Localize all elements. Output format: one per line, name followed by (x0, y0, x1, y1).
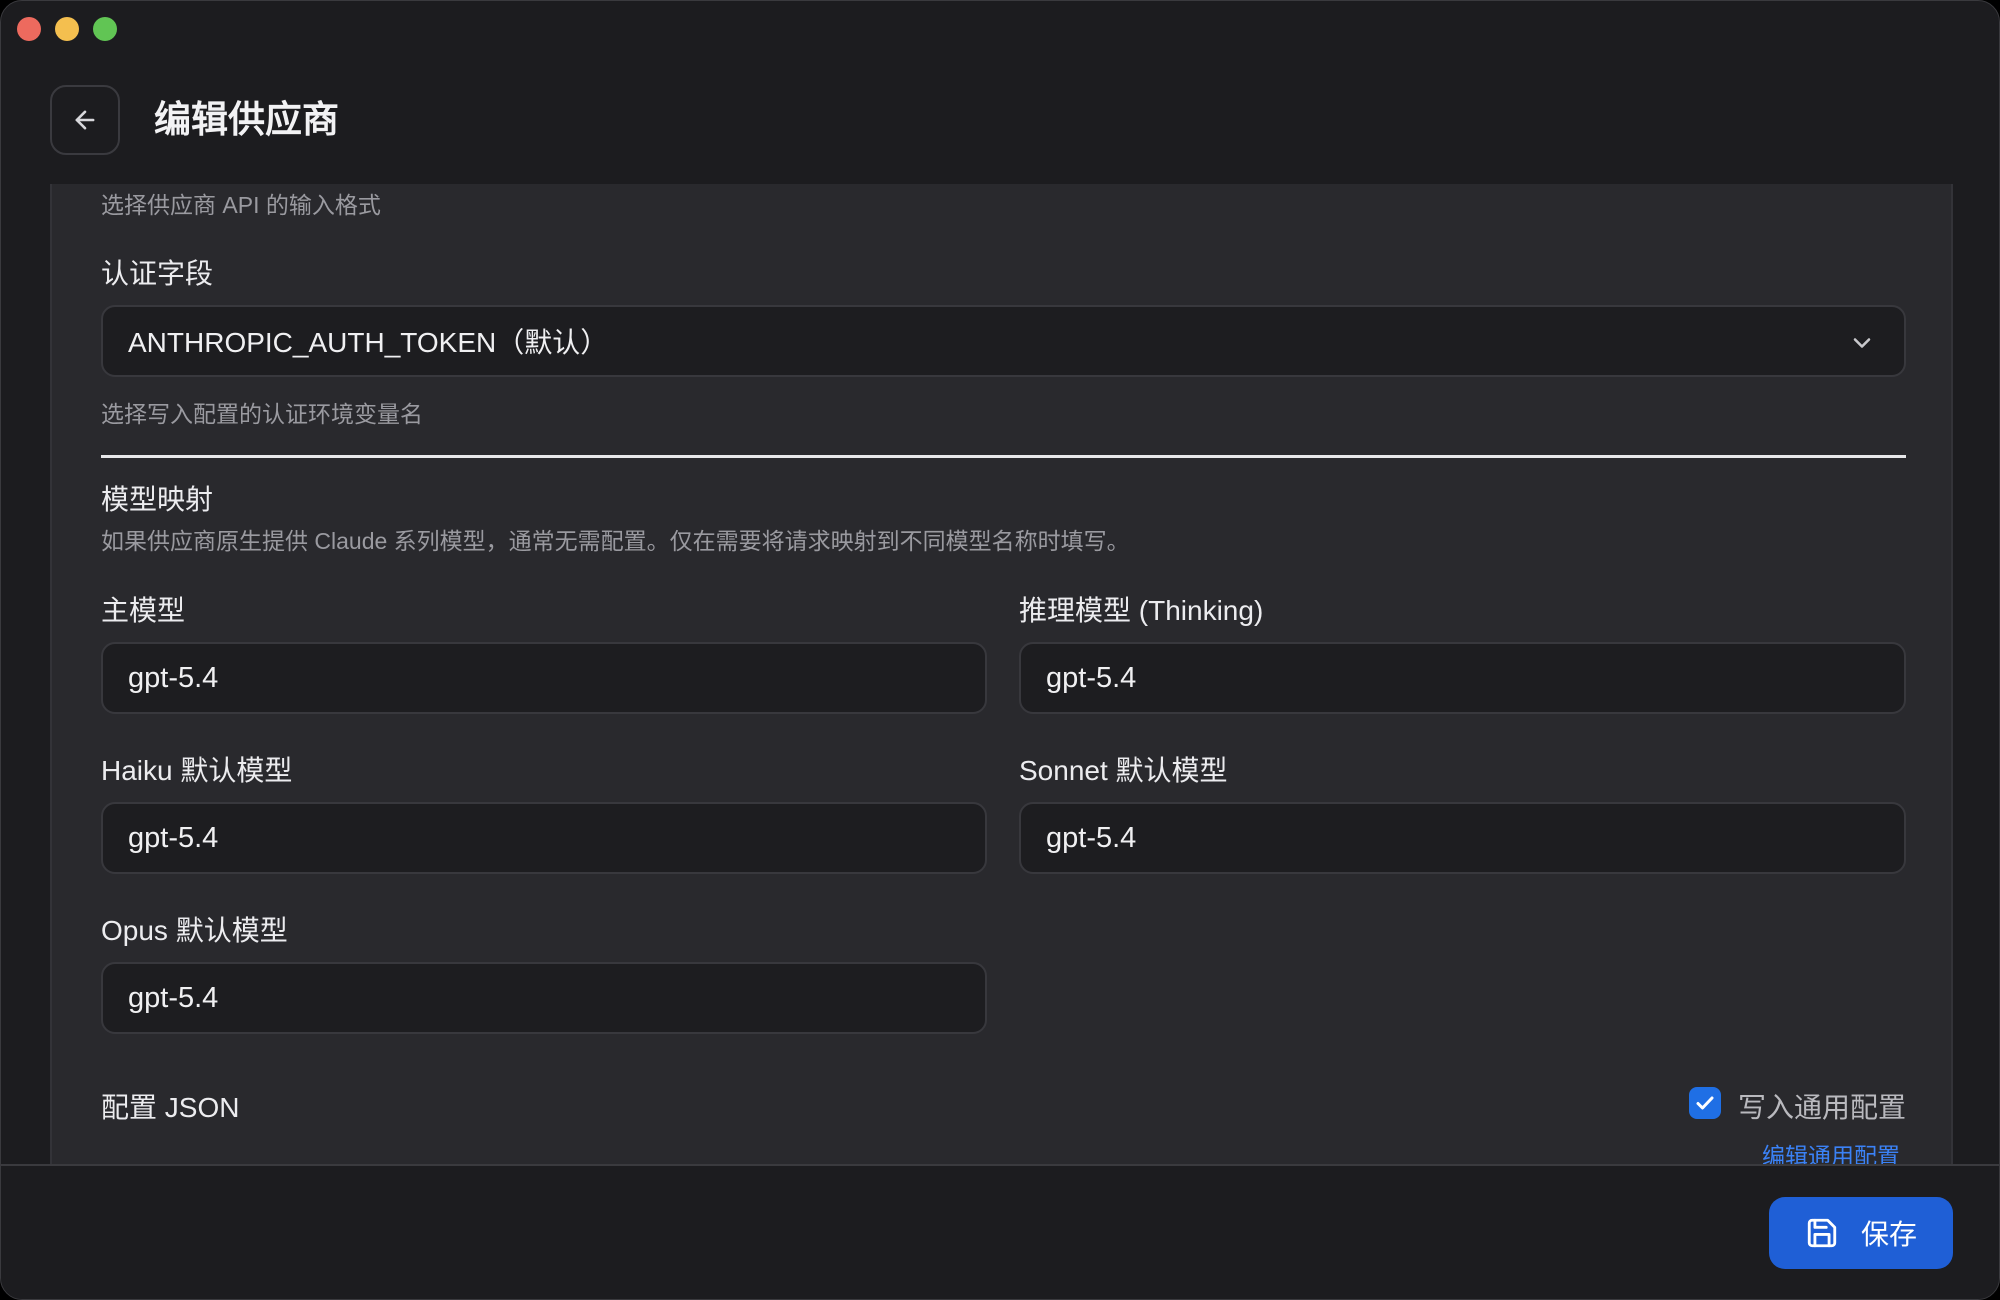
app-window: 编辑供应商 选择供应商 API 的输入格式 认证字段 ANTHROPIC_AUT… (0, 0, 2000, 1300)
opus-model-input[interactable]: gpt-5.4 (101, 962, 987, 1034)
thinking-model-input[interactable]: gpt-5.4 (1019, 642, 1906, 714)
window-controls (17, 17, 117, 41)
opus-model-label: Opus 默认模型 (101, 915, 288, 946)
haiku-model-label: Haiku 默认模型 (101, 755, 293, 786)
main-model-label: 主模型 (101, 595, 186, 626)
page-title: 编辑供应商 (154, 99, 339, 140)
sonnet-model-input[interactable]: gpt-5.4 (1019, 802, 1906, 874)
footer-bar (1, 1164, 1999, 1299)
thinking-model-label: 推理模型 (Thinking) (1019, 595, 1264, 626)
auth-field-select[interactable]: ANTHROPIC_AUTH_TOKEN（默认） (101, 305, 1906, 377)
minimize-window-button[interactable] (55, 17, 79, 41)
chevron-down-icon (1853, 338, 1871, 348)
sonnet-model-label: Sonnet 默认模型 (1019, 755, 1228, 786)
model-mapping-title: 模型映射 (101, 484, 214, 515)
write-common-config-checkbox[interactable] (1689, 1087, 1721, 1119)
save-button-label: 保存 (1860, 1219, 1917, 1250)
main-model-input[interactable]: gpt-5.4 (101, 642, 987, 714)
close-window-button[interactable] (17, 17, 41, 41)
write-common-config-label[interactable]: 写入通用配置 (1738, 1086, 1906, 1126)
auth-field-label: 认证字段 (101, 258, 214, 289)
api-format-hint: 选择供应商 API 的输入格式 (101, 192, 381, 218)
auth-field-selected-value: ANTHROPIC_AUTH_TOKEN（默认） (128, 327, 609, 358)
auth-field-hint: 选择写入配置的认证环境变量名 (101, 401, 423, 427)
check-icon (1696, 1096, 1714, 1110)
provider-form: 选择供应商 API 的输入格式 认证字段 ANTHROPIC_AUTH_TOKE… (50, 184, 1953, 1169)
config-json-label: 配置 JSON (101, 1092, 240, 1123)
arrow-left-icon (75, 110, 95, 130)
model-mapping-description: 如果供应商原生提供 Claude 系列模型，通常无需配置。仅在需要将请求映射到不… (101, 528, 1130, 554)
haiku-model-input[interactable]: gpt-5.4 (101, 802, 987, 874)
floppy-disk-icon (1807, 1218, 1837, 1248)
save-button[interactable]: 保存 (1769, 1197, 1953, 1269)
back-button[interactable] (50, 85, 120, 155)
section-divider (101, 455, 1906, 458)
zoom-window-button[interactable] (93, 17, 117, 41)
